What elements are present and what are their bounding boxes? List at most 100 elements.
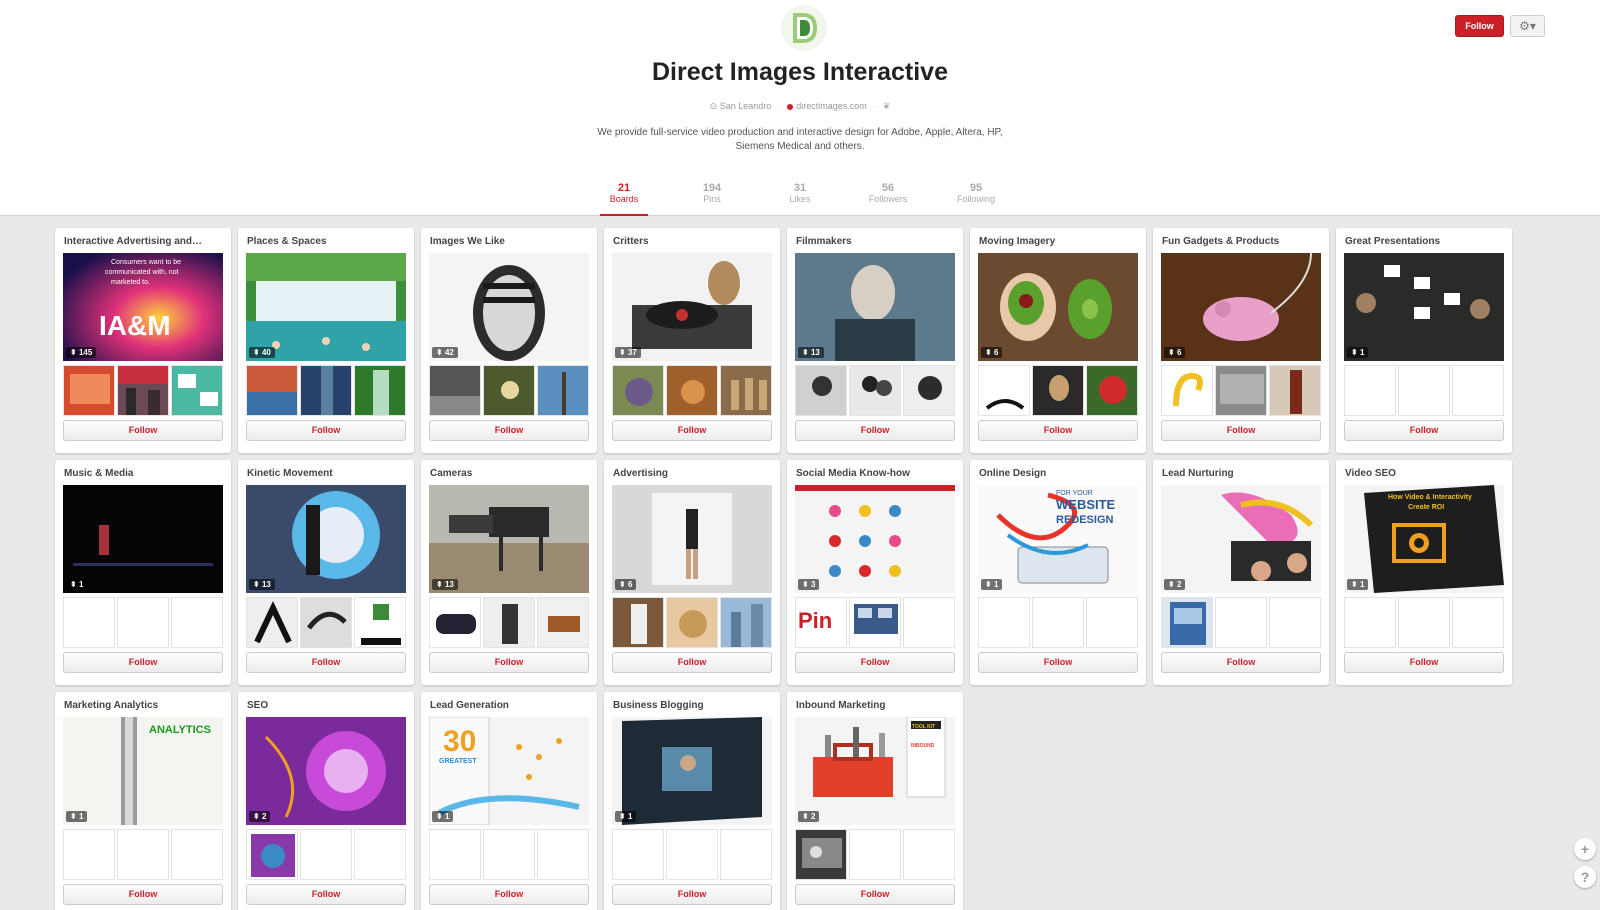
follow-board-button[interactable]: Follow xyxy=(612,884,772,905)
board-title[interactable]: Inbound Marketing xyxy=(796,700,956,711)
board-thumbnail[interactable] xyxy=(1398,365,1450,416)
follow-board-button[interactable]: Follow xyxy=(246,652,406,673)
board-thumbnail[interactable] xyxy=(483,829,535,880)
board-cover-image[interactable]: ⇞ 1 xyxy=(63,485,223,593)
board-thumbnail[interactable] xyxy=(537,365,589,416)
board-thumbnail[interactable] xyxy=(354,829,406,880)
board-thumbnail[interactable] xyxy=(171,829,223,880)
follow-board-button[interactable]: Follow xyxy=(612,420,772,441)
board-thumbnail[interactable] xyxy=(612,829,664,880)
board-cover-image[interactable]: ⇞ 6 xyxy=(612,485,772,593)
board-title[interactable]: Filmmakers xyxy=(796,236,956,247)
board-title[interactable]: Images We Like xyxy=(430,236,590,247)
board-card[interactable]: Filmmakers ⇞ 13 Follow xyxy=(787,228,963,453)
board-thumbnail[interactable] xyxy=(1215,597,1267,648)
board-card[interactable]: Images We Like ⇞ 42 Follow xyxy=(421,228,597,453)
follow-board-button[interactable]: Follow xyxy=(978,420,1138,441)
board-thumbnail[interactable] xyxy=(537,829,589,880)
board-title[interactable]: Interactive Advertising and… xyxy=(64,236,224,247)
board-thumbnail[interactable] xyxy=(63,597,115,648)
board-thumbnail[interactable] xyxy=(903,597,955,648)
board-card[interactable]: Fun Gadgets & Products ⇞ 6 Follow xyxy=(1153,228,1329,453)
follow-board-button[interactable]: Follow xyxy=(429,652,589,673)
board-title[interactable]: Marketing Analytics xyxy=(64,700,224,711)
board-thumbnail[interactable] xyxy=(246,829,298,880)
follow-board-button[interactable]: Follow xyxy=(429,884,589,905)
board-thumbnail[interactable] xyxy=(978,365,1030,416)
follow-board-button[interactable]: Follow xyxy=(429,420,589,441)
board-thumbnail[interactable] xyxy=(1344,365,1396,416)
board-thumbnail[interactable] xyxy=(429,597,481,648)
board-thumbnail[interactable] xyxy=(1086,597,1138,648)
board-title[interactable]: SEO xyxy=(247,700,407,711)
follow-profile-button[interactable]: Follow xyxy=(1455,15,1504,37)
board-thumbnail[interactable] xyxy=(1452,597,1504,648)
board-cover-image[interactable]: ⇞ 2 xyxy=(246,717,406,825)
board-cover-image[interactable]: ⇞ 1 xyxy=(612,717,772,825)
board-card[interactable]: Kinetic Movement ⇞ 13 Follow xyxy=(238,460,414,685)
board-cover-image[interactable]: How Video & Interactivity Create ROI ⇞ 1 xyxy=(1344,485,1504,593)
follow-board-button[interactable]: Follow xyxy=(1161,652,1321,673)
help-icon[interactable]: ? xyxy=(1574,866,1596,888)
board-thumbnail[interactable] xyxy=(1032,597,1084,648)
board-thumbnail[interactable] xyxy=(117,829,169,880)
board-card[interactable]: Places & Spaces ⇞ 40 Follow xyxy=(238,228,414,453)
board-thumbnail[interactable] xyxy=(666,365,718,416)
board-thumbnail[interactable] xyxy=(849,597,901,648)
board-card[interactable]: Cameras ⇞ 13 Follow xyxy=(421,460,597,685)
board-card[interactable]: Business Blogging ⇞ 1 Follow xyxy=(604,692,780,910)
board-thumbnail[interactable] xyxy=(483,597,535,648)
board-thumbnail[interactable] xyxy=(795,829,847,880)
board-cover-image[interactable]: Consumers want to be communicated with, … xyxy=(63,253,223,361)
board-thumbnail[interactable] xyxy=(612,365,664,416)
board-thumbnail[interactable] xyxy=(429,829,481,880)
board-thumbnail[interactable] xyxy=(171,597,223,648)
board-thumbnail[interactable] xyxy=(849,829,901,880)
board-thumbnail[interactable] xyxy=(63,829,115,880)
board-thumbnail[interactable] xyxy=(849,365,901,416)
board-thumbnail[interactable] xyxy=(666,829,718,880)
board-thumbnail[interactable] xyxy=(300,597,352,648)
board-cover-image[interactable]: ⇞ 42 xyxy=(429,253,589,361)
board-thumbnail[interactable] xyxy=(1344,597,1396,648)
board-cover-image[interactable]: ⇞ 13 xyxy=(795,253,955,361)
board-thumbnail[interactable] xyxy=(903,829,955,880)
board-cover-image[interactable]: ⇞ 6 xyxy=(978,253,1138,361)
board-cover-image[interactable]: ⇞ 13 xyxy=(429,485,589,593)
plus-icon[interactable]: + xyxy=(1574,838,1596,860)
board-card[interactable]: Lead Nurturing ⇞ 2 Follow xyxy=(1153,460,1329,685)
board-cover-image[interactable]: ⇞ 37 xyxy=(612,253,772,361)
board-thumbnail[interactable] xyxy=(354,365,406,416)
board-title[interactable]: Social Media Know-how xyxy=(796,468,956,479)
board-title[interactable]: Places & Spaces xyxy=(247,236,407,247)
board-title[interactable]: Online Design xyxy=(979,468,1139,479)
board-card[interactable]: Music & Media ⇞ 1 Follow xyxy=(55,460,231,685)
board-title[interactable]: Fun Gadgets & Products xyxy=(1162,236,1322,247)
follow-board-button[interactable]: Follow xyxy=(1344,652,1504,673)
board-cover-image[interactable]: 30 GREATEST ⇞ 1 xyxy=(429,717,589,825)
board-title[interactable]: Music & Media xyxy=(64,468,224,479)
follow-board-button[interactable]: Follow xyxy=(978,652,1138,673)
board-card[interactable]: Marketing Analytics ANALYTICS ⇞ 1 Follow xyxy=(55,692,231,910)
follow-board-button[interactable]: Follow xyxy=(795,652,955,673)
board-title[interactable]: Lead Nurturing xyxy=(1162,468,1322,479)
board-thumbnail[interactable] xyxy=(720,597,772,648)
settings-button[interactable]: ⚙▾ xyxy=(1510,15,1545,37)
follow-board-button[interactable]: Follow xyxy=(795,420,955,441)
board-thumbnail[interactable]: Pin xyxy=(795,597,847,648)
tab-followers[interactable]: 56 Followers xyxy=(844,182,932,216)
board-title[interactable]: Kinetic Movement xyxy=(247,468,407,479)
board-thumbnail[interactable] xyxy=(1086,365,1138,416)
board-thumbnail[interactable] xyxy=(117,365,169,416)
board-title[interactable]: Cameras xyxy=(430,468,590,479)
board-thumbnail[interactable] xyxy=(63,365,115,416)
board-thumbnail[interactable] xyxy=(171,365,223,416)
board-title[interactable]: Great Presentations xyxy=(1345,236,1505,247)
profile-website-link[interactable]: directimages.com xyxy=(796,101,867,111)
board-title[interactable]: Video SEO xyxy=(1345,468,1505,479)
board-thumbnail[interactable] xyxy=(903,365,955,416)
board-cover-image[interactable]: ⇞ 13 xyxy=(246,485,406,593)
board-title[interactable]: Lead Generation xyxy=(430,700,590,711)
board-cover-image[interactable]: ⇞ 3 xyxy=(795,485,955,593)
follow-board-button[interactable]: Follow xyxy=(246,420,406,441)
